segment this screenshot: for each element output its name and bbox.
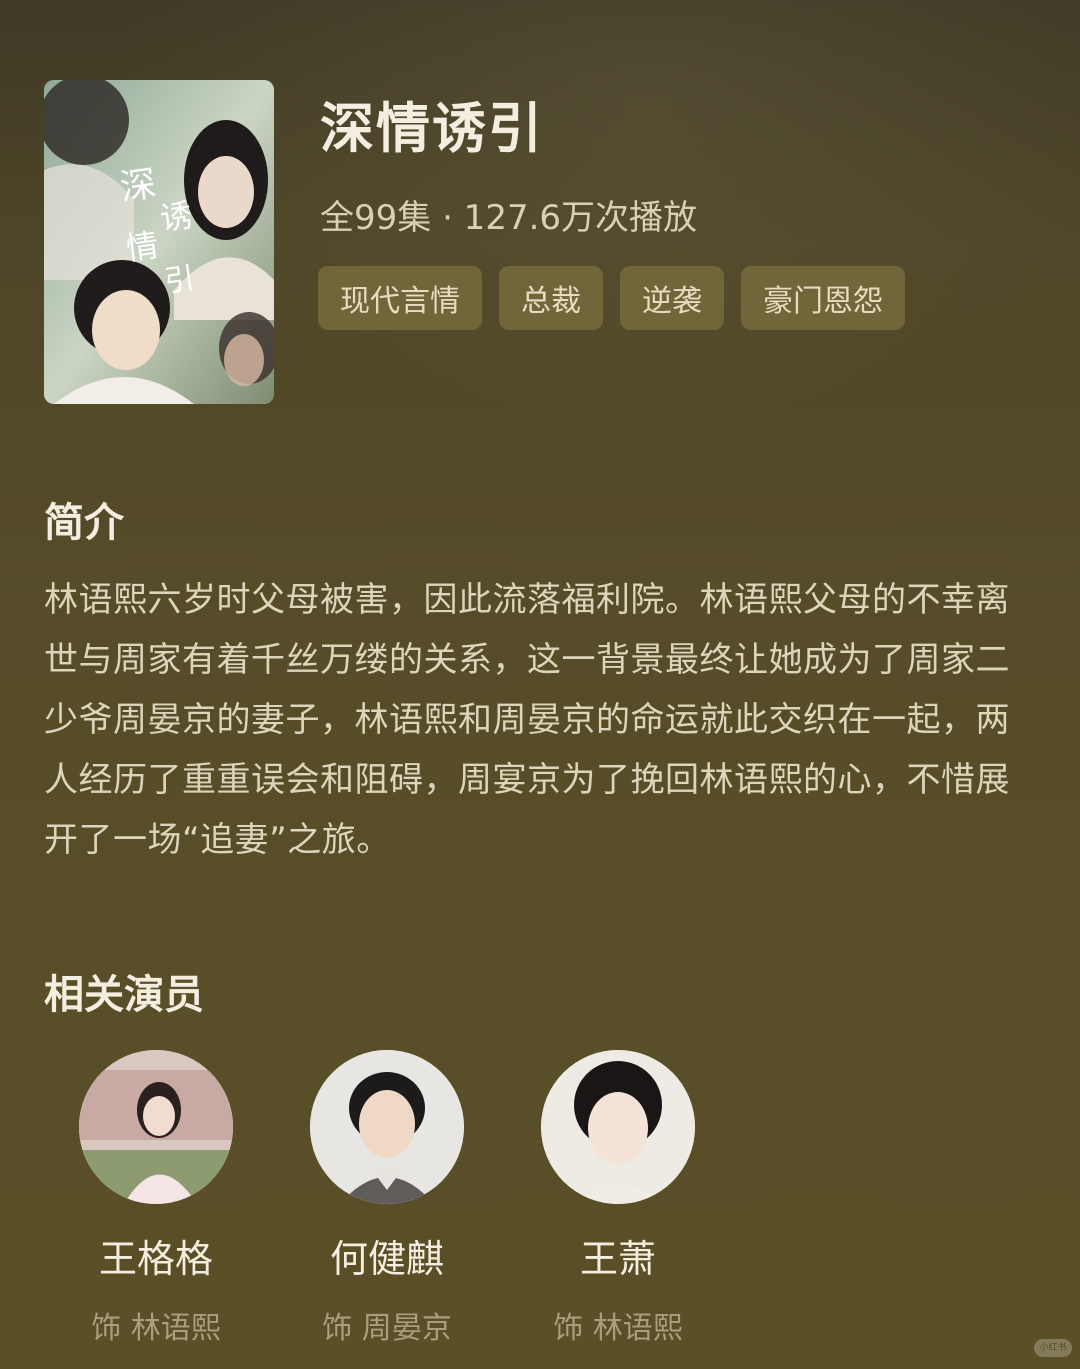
poster-title: 深 <box>118 163 159 209</box>
actor-card[interactable]: 王萧 饰 林语熙 <box>520 1050 716 1347</box>
actor-card[interactable]: 王格格 饰 林语熙 <box>58 1050 254 1347</box>
actor-role: 饰 林语熙 <box>553 1311 683 1346</box>
actor-name: 何健麒 <box>329 1237 444 1281</box>
svg-text:情: 情 <box>124 226 161 268</box>
poster-image: 深 诱 情 引 <box>44 80 274 404</box>
cast-heading: 相关演员 <box>44 972 204 1018</box>
avatar[interactable] <box>310 1050 464 1204</box>
avatar[interactable] <box>541 1050 695 1204</box>
tag-wealthy-family[interactable]: 豪门恩怨 <box>741 266 905 330</box>
avatar[interactable] <box>79 1050 233 1204</box>
actor-name: 王格格 <box>98 1237 213 1281</box>
cast-list: 王格格 饰 林语熙 何健麒 饰 周晏京 王萧 饰 林语熙 <box>58 1050 716 1347</box>
intro-text: 林语熙六岁时父母被害，因此流落福利院。林语熙父母的不幸离世与周家有着千丝万缕的关… <box>44 580 1010 860</box>
tag-comeback[interactable]: 逆袭 <box>620 266 724 330</box>
intro-heading: 简介 <box>44 500 124 546</box>
drama-meta: 全99集 · 127.6万次播放 <box>320 198 698 238</box>
tag-modern-romance[interactable]: 现代言情 <box>318 266 482 330</box>
actor-role: 饰 林语熙 <box>91 1311 221 1346</box>
drama-title: 深情诱引 <box>320 97 544 160</box>
drama-poster[interactable]: 深 诱 情 引 <box>44 80 274 404</box>
actor-role: 饰 周晏京 <box>322 1311 452 1346</box>
actor-photo <box>310 1050 464 1204</box>
svg-text:引: 引 <box>162 261 197 300</box>
watermark-logo: 小红书 <box>1034 1339 1072 1357</box>
actor-photo <box>541 1050 695 1204</box>
svg-text:诱: 诱 <box>158 196 195 238</box>
actor-card[interactable]: 何健麒 饰 周晏京 <box>289 1050 485 1347</box>
actor-name: 王萧 <box>579 1237 656 1281</box>
tag-list: 现代言情 总裁 逆袭 豪门恩怨 <box>318 266 905 330</box>
tag-ceo[interactable]: 总裁 <box>499 266 603 330</box>
actor-photo <box>79 1050 233 1204</box>
